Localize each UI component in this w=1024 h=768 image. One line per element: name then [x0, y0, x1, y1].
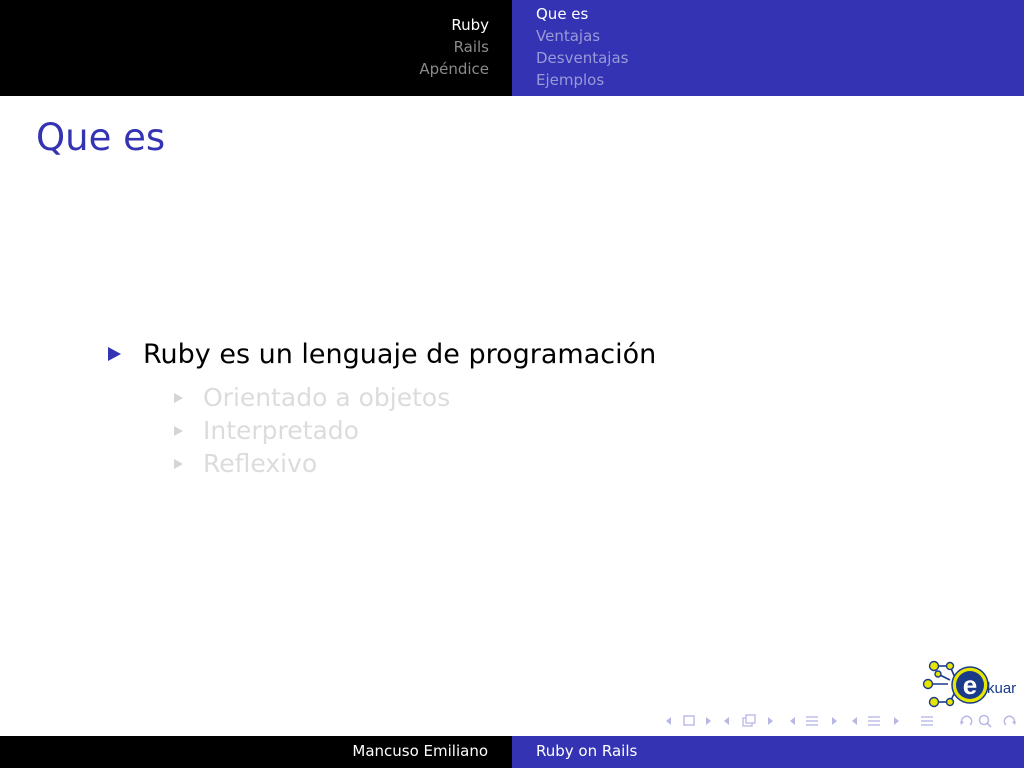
- nav-document-icon[interactable]: [846, 710, 906, 732]
- section-list: Ruby Rails Apéndice: [419, 14, 489, 80]
- section-ruby[interactable]: Ruby: [419, 14, 489, 36]
- ekuar-logo-icon: e kuar: [922, 660, 1016, 708]
- nav-subsection-icon[interactable]: [718, 710, 780, 732]
- subsection-ventajas[interactable]: Ventajas: [536, 25, 628, 47]
- subsection-desventajas[interactable]: Desventajas: [536, 47, 628, 69]
- nav-section-icon[interactable]: [784, 710, 844, 732]
- subsection-que-es[interactable]: Que es: [536, 3, 628, 25]
- sub-bullet-text: Interpretado: [203, 416, 359, 445]
- bullet-item: Ruby es un lenguaje de programación: [108, 335, 656, 373]
- nav-search-icon[interactable]: [956, 710, 1022, 732]
- section-navigation: Ruby Rails Apéndice: [0, 0, 512, 96]
- footer-title-box: Ruby on Rails: [512, 736, 1024, 768]
- presentation-title: Ruby on Rails: [536, 742, 638, 760]
- subsection-ejemplos[interactable]: Ejemplos: [536, 69, 628, 91]
- frame-title: Que es: [36, 116, 166, 159]
- logo-text: kuar: [987, 680, 1016, 697]
- sub-bullet-text: Reflexivo: [203, 449, 318, 478]
- sub-bullet-triangle-icon: [174, 425, 183, 436]
- sub-bullet-item: Orientado a objetos: [174, 381, 656, 414]
- sub-bullet-item: Reflexivo: [174, 447, 656, 480]
- subsection-navigation: Que es Ventajas Desventajas Ejemplos: [512, 0, 1024, 96]
- slide: Ruby Rails Apéndice Que es Ventajas Desv…: [0, 0, 1024, 768]
- bullet-triangle-icon: [108, 347, 121, 361]
- bullet-list: Ruby es un lenguaje de programación Orie…: [108, 335, 656, 480]
- subsection-list: Que es Ventajas Desventajas Ejemplos: [536, 3, 628, 91]
- sub-bullet-triangle-icon: [174, 392, 183, 403]
- nav-frame-icon[interactable]: [660, 710, 716, 732]
- ekuar-logo: e kuar: [920, 656, 1020, 710]
- footer-author-box: Mancuso Emiliano: [0, 736, 512, 768]
- sub-bullet-list: Orientado a objetos Interpretado Reflexi…: [174, 381, 656, 480]
- footer-bar: Mancuso Emiliano Ruby on Rails: [0, 736, 1024, 768]
- sub-bullet-item: Interpretado: [174, 414, 656, 447]
- navigation-symbols: [660, 710, 1024, 732]
- logo-letter: e: [963, 670, 977, 700]
- nav-align-icon[interactable]: [918, 710, 938, 732]
- sub-bullet-triangle-icon: [174, 458, 183, 469]
- sub-bullet-text: Orientado a objetos: [203, 383, 451, 412]
- section-rails[interactable]: Rails: [419, 36, 489, 58]
- header-bar: Ruby Rails Apéndice Que es Ventajas Desv…: [0, 0, 1024, 96]
- author-name: Mancuso Emiliano: [352, 742, 488, 760]
- bullet-text: Ruby es un lenguaje de programación: [143, 338, 657, 370]
- section-apendice[interactable]: Apéndice: [419, 58, 489, 80]
